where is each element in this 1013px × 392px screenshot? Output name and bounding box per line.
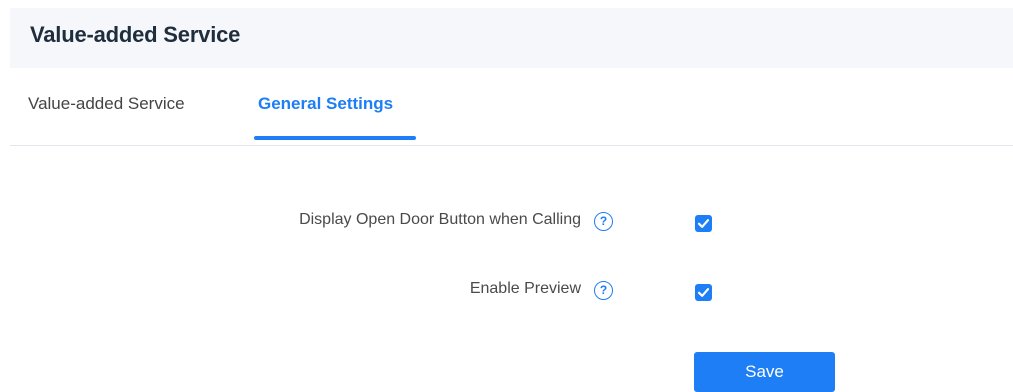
open-door-button-checkbox[interactable]: [695, 215, 712, 232]
setting-label: Display Open Door Button when Calling: [299, 211, 581, 228]
enable-preview-checkbox[interactable]: [695, 284, 712, 301]
question-circle-icon[interactable]: ?: [594, 281, 613, 300]
setting-label: Enable Preview: [469, 280, 581, 297]
save-button[interactable]: Save: [694, 352, 835, 392]
page-header: Value-added Service: [10, 8, 1013, 68]
checkmark-icon: [697, 288, 710, 297]
checkmark-icon: [697, 219, 710, 228]
tab-value-added-service[interactable]: Value-added Service: [28, 94, 185, 144]
page-title: Value-added Service: [30, 22, 241, 47]
active-tab-indicator: [254, 136, 416, 140]
question-circle-icon[interactable]: ?: [594, 212, 613, 231]
setting-row-open-door-button: Display Open Door Button when Calling ?: [0, 207, 1013, 237]
tab-bar: Value-added Service General Settings: [10, 68, 1013, 146]
setting-row-enable-preview: Enable Preview ?: [0, 276, 1013, 306]
